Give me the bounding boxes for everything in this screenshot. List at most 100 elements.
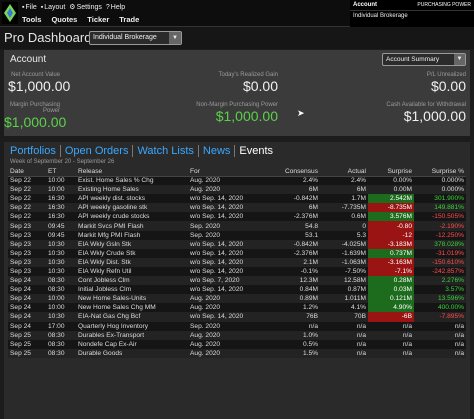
col-consensus-cell: 6M (262, 185, 320, 195)
page-title: Pro Dashboard (4, 30, 92, 45)
purchasing-power-label: PURCHASING POWER (417, 2, 471, 8)
col-surprise-header[interactable]: Surprise (368, 167, 414, 177)
menu-layout[interactable]: ▪ Layout (41, 3, 66, 11)
table-row[interactable]: Sep 24 08:30 Cont Jobless Clm w/o Sep. 7, 2… (8, 276, 466, 286)
col-surprise-pct-cell: 149.881% (414, 203, 466, 213)
table-row[interactable]: Sep 25 08:30 Durables Ex-Transport Aug. 202… (8, 330, 466, 340)
col-surprise-pct-cell: n/a (414, 321, 466, 331)
col-consensus-cell: -2.376M (262, 212, 320, 222)
col-release-cell: EIA Wkly Refn Util (76, 266, 188, 277)
col-actual-cell: n/a (320, 330, 368, 340)
col-actual-cell: -4.025M (320, 239, 368, 249)
metric-label: Margin Purchasing Power (9, 102, 60, 114)
col-date-header[interactable]: Date (8, 167, 46, 177)
col-surprise-cell: -0.80 (368, 221, 414, 231)
col-consensus-cell: 6M (262, 203, 320, 213)
col-surprise-pct-cell: 301.900% (414, 194, 466, 204)
table-row[interactable]: Sep 24 17:00 Quarterly Hog Inventory Sep. 2… (8, 321, 466, 331)
col-for-cell: w/o Sep. 14, 2020 (188, 285, 262, 295)
col-consensus-header[interactable]: Consensus (262, 167, 320, 177)
tab-events[interactable]: Events (239, 145, 277, 157)
col-actual-cell: 0.87M (320, 285, 368, 295)
col-actual-cell: 70B (320, 312, 368, 322)
table-row[interactable]: Sep 22 16:30 API weekly gasoline stk w/o Se… (8, 203, 466, 213)
table-row[interactable]: Sep 23 10:30 EIA Wkly Dist. Stk w/o Sep. 14… (8, 257, 466, 267)
col-date-cell: Sep 22 (8, 194, 46, 204)
account-info-box[interactable]: Account PURCHASING POWER Individual Broke… (350, 0, 474, 27)
menu-quotes[interactable]: Quotes (51, 15, 77, 24)
account-summary-select[interactable]: Account Summary ▼ (382, 53, 466, 66)
col-for-cell: w/o Sep. 14, 2020 (188, 212, 262, 222)
col-release-cell: Durables Ex-Transport (76, 330, 188, 340)
col-actual-cell: 0.6M (320, 212, 368, 222)
col-et-cell: 16:30 (46, 203, 76, 213)
tab-watch-lists[interactable]: Watch Lists (137, 145, 199, 157)
col-actual-header[interactable]: Actual (320, 167, 368, 177)
events-table-body: Sep 22 10:00 Exist. Home Sales % Chg Aug. 2… (8, 176, 466, 358)
col-for-cell: Sep. 2020 (188, 221, 262, 231)
tab-portfolios[interactable]: Portfolios (10, 145, 61, 157)
table-row[interactable]: Sep 22 10:00 Exist. Home Sales % Chg Aug. 2… (8, 176, 466, 186)
col-for-header[interactable]: For (188, 167, 262, 177)
col-surprise-cell: -7.1% (368, 266, 414, 277)
col-et-header[interactable]: ET (46, 167, 76, 177)
col-actual-cell: 5.3 (320, 230, 368, 240)
menu-trade[interactable]: Trade (119, 15, 139, 24)
metric-unrealized: P/L Unrealized $0.00 (376, 72, 466, 94)
col-date-cell: Sep 23 (8, 239, 46, 249)
col-et-cell: 10:30 (46, 266, 76, 277)
top-bar: ▪ File ▪ Layout ⚙ Settings ? Help Tools Quot… (0, 0, 474, 27)
col-surprise-cell: n/a (368, 321, 414, 331)
col-surprise-pct-cell: 0.000% (414, 185, 466, 195)
menu-help[interactable]: ? Help (106, 3, 125, 11)
col-date-cell: Sep 24 (8, 294, 46, 304)
table-row[interactable]: Sep 23 10:30 EIA Wkly Crude Stk w/o Sep. 14… (8, 248, 466, 258)
table-row[interactable]: Sep 25 08:30 Nondefe Cap Ex-Air Aug. 2020 0.… (8, 339, 466, 349)
col-actual-cell: 2.4% (320, 176, 368, 186)
col-et-cell: 10:00 (46, 176, 76, 186)
menu-tools[interactable]: Tools (22, 15, 41, 24)
col-release-cell: Markit Mfg PMI Flash (76, 230, 188, 240)
metric-value: $1,000.00 (8, 78, 71, 94)
col-release-header[interactable]: Release (76, 167, 188, 177)
col-consensus-cell: -0.1% (262, 266, 320, 277)
table-row[interactable]: Sep 22 16:30 API weekly dist. stocks w/o Se… (8, 194, 466, 204)
col-date-cell: Sep 25 (8, 330, 46, 340)
col-release-cell: EIA Wkly Crude Stk (76, 248, 188, 258)
account-info-value: Individual Brokerage (350, 10, 474, 21)
table-row[interactable]: Sep 24 10:30 EIA-Nat Gas Chg Bcf w/o Sep. 1… (8, 312, 466, 322)
table-row[interactable]: Sep 24 08:30 Initial Jobless Clm w/o Sep. 1… (8, 285, 466, 295)
account-select[interactable]: Individual Brokerage ▼ (89, 31, 182, 45)
table-row[interactable]: Sep 25 08:30 Durable Goods Aug. 2020 1.5% n/a… (8, 348, 466, 358)
col-et-cell: 09:45 (46, 230, 76, 240)
chevron-down-icon: ▼ (169, 32, 181, 44)
col-et-cell: 10:00 (46, 185, 76, 195)
table-row[interactable]: Sep 22 10:00 Existing Home Sales Aug. 2020 6… (8, 185, 466, 195)
menu-file[interactable]: ▪ File (22, 3, 37, 11)
col-for-cell: Aug. 2020 (188, 294, 262, 304)
metric-value: $0.00 (430, 78, 466, 94)
col-consensus-cell: 53.1 (262, 230, 320, 240)
metric-value: $1,000.00 (403, 108, 466, 124)
menu-ticker[interactable]: Ticker (87, 15, 109, 24)
tab-news[interactable]: News (203, 145, 236, 157)
week-label: Week of September 20 - September 26 (10, 159, 115, 165)
col-consensus-cell: 76B (262, 312, 320, 322)
tab-open-orders[interactable]: Open Orders (65, 145, 134, 157)
col-surprise-pct-header[interactable]: Surprise % (414, 167, 466, 177)
account-section-label: Account (10, 54, 47, 65)
table-row[interactable]: Sep 23 09:45 Markit Svcs PMI Flash Sep. 202… (8, 221, 466, 231)
table-row[interactable]: Sep 23 09:45 Markit Mfg PMI Flash Sep. 2020… (8, 230, 466, 240)
col-et-cell: 10:00 (46, 294, 76, 304)
table-row[interactable]: Sep 24 10:00 New Home Sales-Units Aug. 2020… (8, 294, 466, 304)
col-et-cell: 08:30 (46, 339, 76, 349)
table-row[interactable]: Sep 23 10:30 EIA Wkly Gsln Stk w/o Sep. 14,… (8, 239, 466, 249)
col-surprise-pct-cell: 2.276% (414, 276, 466, 286)
table-row[interactable]: Sep 23 10:30 EIA Wkly Refn Util w/o Sep. 14… (8, 266, 466, 277)
menu-settings[interactable]: ⚙ Settings (69, 3, 102, 12)
col-et-cell: 08:30 (46, 285, 76, 295)
table-row[interactable]: Sep 22 16:30 API weekly crude stocks w/o Se… (8, 212, 466, 222)
col-date-cell: Sep 24 (8, 321, 46, 331)
col-for-cell: Sep. 2020 (188, 321, 262, 331)
table-row[interactable]: Sep 24 10:00 New Home Sales Chg MM Aug. 202… (8, 303, 466, 313)
